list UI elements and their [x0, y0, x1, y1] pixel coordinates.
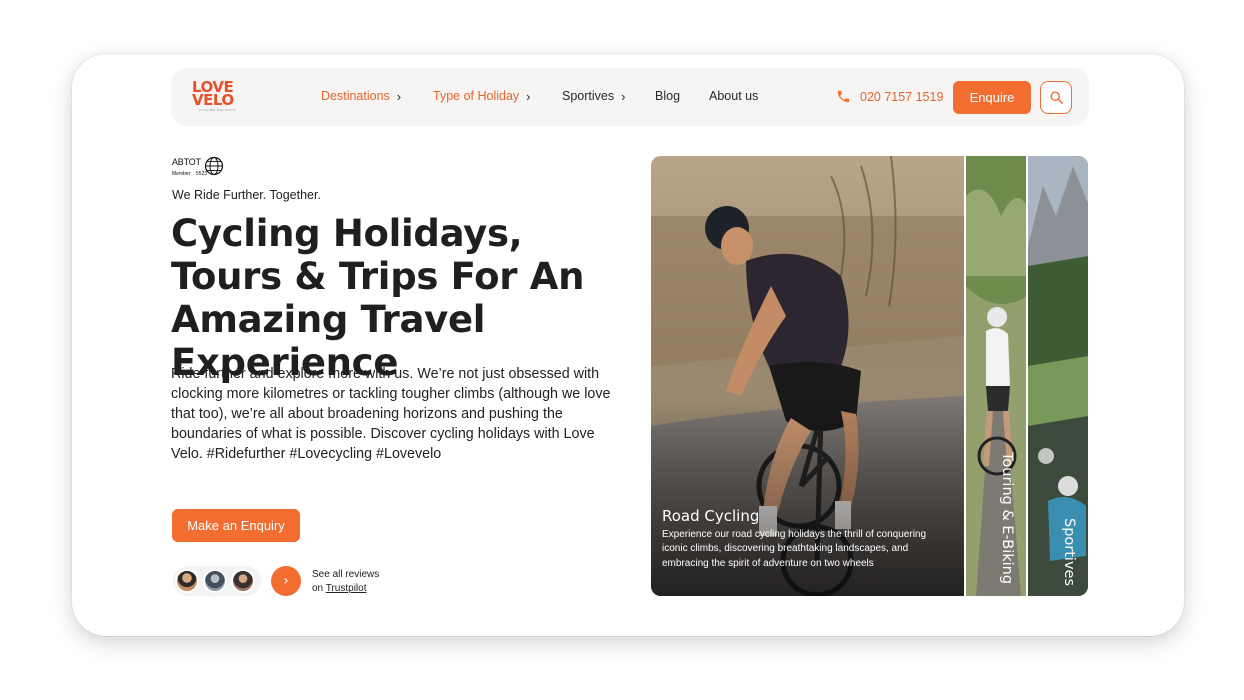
nav-blog[interactable]: Blog — [655, 89, 680, 103]
abtot-name: ABTOT — [172, 157, 201, 167]
trustpilot-link[interactable]: Trustpilot — [326, 583, 367, 594]
chevron-right-icon: › — [283, 573, 289, 589]
logo-line-2: VELO — [192, 91, 234, 109]
reviews-prefix: on — [312, 583, 324, 594]
hero-description: Ride further and explore more with us. W… — [171, 366, 611, 462]
touring-cyclist-image — [966, 156, 1026, 596]
enquire-button[interactable]: Enquire — [953, 81, 1031, 114]
nav-label: Sportives — [562, 89, 615, 103]
nav-sportives[interactable]: Sportives › — [562, 89, 625, 103]
page-title: Cycling Holidays, Tours & Trips For An A… — [171, 212, 585, 384]
globe-icon — [204, 156, 224, 176]
nav-type-of-holiday[interactable]: Type of Holiday › — [433, 89, 531, 103]
site-header — [171, 68, 1089, 126]
avatar — [175, 569, 199, 593]
avatar — [203, 569, 227, 593]
chevron-right-icon: › — [526, 88, 531, 104]
avatar — [231, 569, 255, 593]
reviews-line-1: See all reviews — [312, 569, 380, 580]
reviews-line-2: on Trustpilot — [312, 582, 379, 596]
road-cycling-panel[interactable]: Road Cycling Experience our road cycling… — [651, 156, 964, 596]
phone-link[interactable]: 020 7157 1519 — [836, 89, 943, 104]
logo-subtext: CYCLING HOLIDAYS — [199, 108, 236, 112]
make-enquiry-button[interactable]: Make an Enquiry — [172, 509, 300, 542]
nav-label: Blog — [655, 89, 681, 103]
nav-about-us[interactable]: About us — [709, 89, 758, 103]
reviews-link[interactable]: See all reviews on Trustpilot — [312, 568, 379, 596]
panel-title: Road Cycling — [662, 507, 760, 525]
sportives-image — [1028, 156, 1088, 596]
touring-ebiking-panel[interactable]: Touring & E-Biking — [965, 156, 1026, 596]
nav-label: About us — [709, 89, 759, 103]
abtot-member-label: Member — [172, 171, 191, 177]
nav-label: Type of Holiday — [433, 89, 520, 103]
panel-vertical-label: Touring & E-Biking — [999, 452, 1015, 585]
search-button[interactable] — [1040, 81, 1072, 114]
phone-icon — [837, 90, 850, 103]
nav-label: Destinations — [321, 89, 390, 103]
reviews-next-button[interactable]: › — [271, 566, 301, 596]
love-velo-logo[interactable]: LOVE VELO CYCLING HOLIDAYS — [192, 80, 248, 114]
reviewer-avatars — [173, 566, 261, 596]
chevron-right-icon: › — [621, 88, 626, 104]
phone-number: 020 7157 1519 — [860, 89, 944, 104]
sportives-panel[interactable]: Sportives — [1027, 156, 1088, 596]
tagline: We Ride Further. Together. — [172, 188, 321, 202]
search-icon — [1050, 91, 1063, 104]
abtot-badge: ABTOT Member 5523 — [172, 156, 228, 180]
panel-vertical-label: Sportives — [1061, 518, 1077, 587]
chevron-right-icon: › — [396, 88, 402, 104]
nav-destinations[interactable]: Destinations › — [321, 89, 401, 103]
panel-description: Experience our road cycling holidays the… — [662, 529, 927, 569]
abtot-member: Member 5523 — [172, 171, 207, 177]
